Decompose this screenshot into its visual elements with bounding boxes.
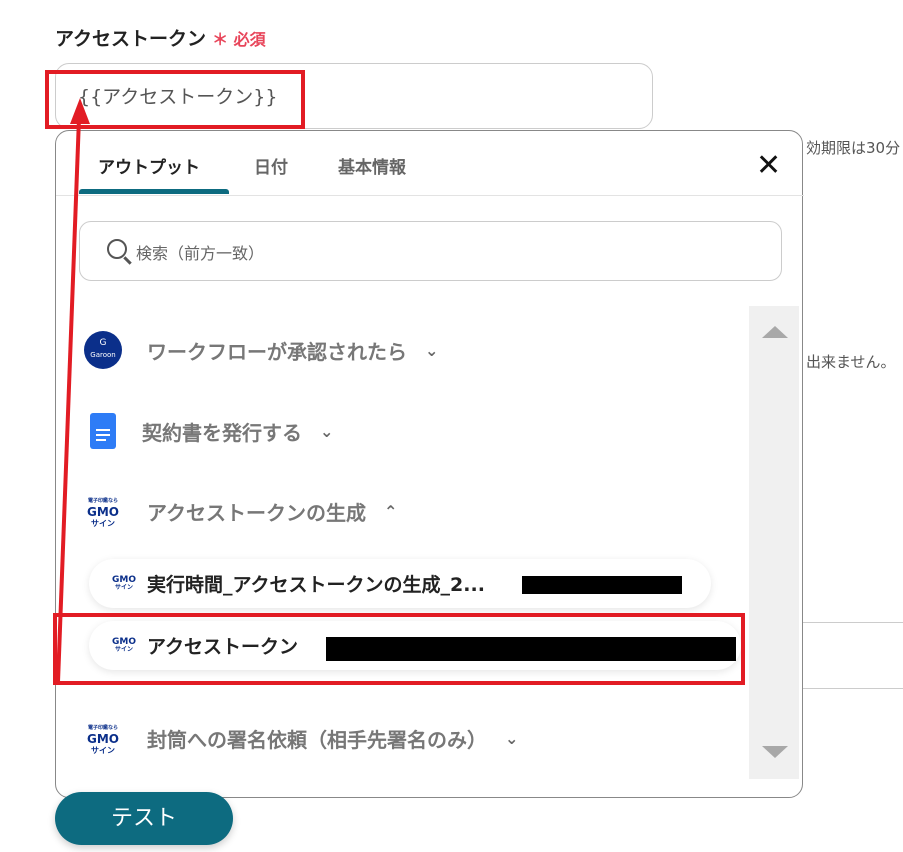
annotation-arrow [56, 98, 90, 683]
annotation-arrow-head [70, 98, 90, 124]
annotation-arrow-line [56, 117, 81, 683]
